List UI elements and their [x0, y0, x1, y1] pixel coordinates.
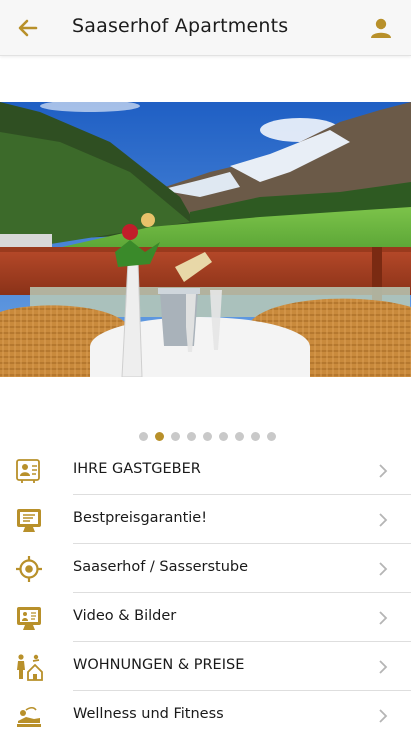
price-guarantee-icon — [17, 509, 41, 532]
carousel-dot[interactable] — [203, 432, 212, 441]
menu-item-label: Video & Bilder — [73, 608, 177, 624]
wellness-icon — [17, 706, 41, 727]
family-house-icon — [17, 654, 43, 681]
chevron-right-icon — [379, 611, 388, 625]
menu-item-label: IHRE GASTGEBER — [73, 461, 201, 477]
menu-item-label: Saaserhof / Sasserstube — [73, 559, 249, 575]
hosts-icon — [16, 459, 40, 483]
carousel-dot[interactable] — [251, 432, 260, 441]
carousel-dot[interactable] — [235, 432, 244, 441]
gallery-icon — [17, 607, 41, 630]
carousel-dot[interactable] — [139, 432, 148, 441]
menu-item-video-images[interactable]: Video & Bilder — [0, 593, 411, 642]
carousel-dot[interactable] — [267, 432, 276, 441]
menu-item-best-price[interactable]: Bestpreisgarantie! — [0, 495, 411, 544]
menu-item-saaserhof[interactable]: Saaserhof / Sasserstube — [0, 544, 411, 593]
menu-item-wellness[interactable]: Wellness und Fitness — [0, 691, 411, 731]
menu-item-label: WOHNUNGEN & PREISE — [73, 657, 245, 673]
menu-item-label: Wellness und Fitness — [73, 706, 224, 722]
app-bar: Saaserhof Apartments — [0, 0, 411, 56]
location-target-icon — [16, 556, 42, 582]
carousel-dot[interactable] — [155, 432, 164, 441]
alpine-terrace-photo — [0, 102, 411, 377]
hero-image[interactable] — [0, 102, 411, 377]
menu-item-label: Bestpreisgarantie! — [73, 510, 208, 526]
carousel-dot[interactable] — [219, 432, 228, 441]
chevron-right-icon — [379, 660, 388, 674]
chevron-right-icon — [379, 709, 388, 723]
carousel-dot[interactable] — [171, 432, 180, 441]
page-title: Saaserhof Apartments — [72, 15, 289, 37]
arrow-back-icon[interactable] — [14, 14, 42, 42]
main-menu: IHRE GASTGEBER Bestpreisgarantie! Saaser… — [0, 446, 411, 731]
menu-item-apartments-prices[interactable]: WOHNUNGEN & PREISE — [0, 642, 411, 691]
carousel-indicator[interactable] — [0, 432, 411, 442]
chevron-right-icon — [379, 464, 388, 478]
menu-item-hosts[interactable]: IHRE GASTGEBER — [0, 446, 411, 495]
account-icon[interactable] — [367, 14, 395, 42]
chevron-right-icon — [379, 562, 388, 576]
chevron-right-icon — [379, 513, 388, 527]
carousel-dot[interactable] — [187, 432, 196, 441]
